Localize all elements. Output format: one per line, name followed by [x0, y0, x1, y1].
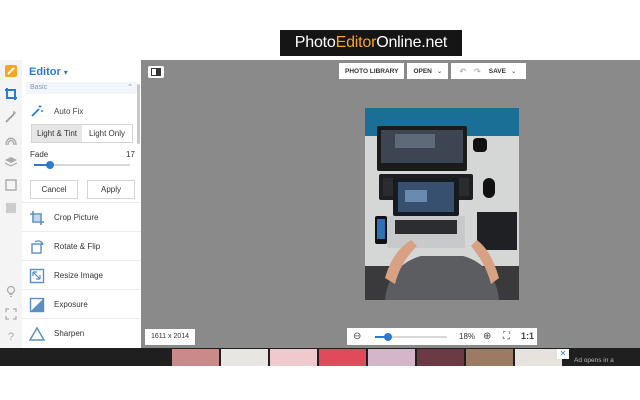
- section-header-basic[interactable]: Basic ⌃: [26, 82, 137, 94]
- logo-part-photo: Photo: [294, 34, 336, 51]
- zoom-in-icon[interactable]: ⊕: [483, 330, 491, 343]
- exposure-icon: [29, 297, 45, 312]
- top-toolbar: PHOTO LIBRARY OPEN ⌄ ↶ ↷ SAVE ⌄: [339, 63, 529, 79]
- rotate-icon: [31, 239, 44, 254]
- ad-thumbnails[interactable]: [172, 349, 564, 366]
- tool-label: Resize Image: [54, 271, 103, 280]
- canvas-area: PHOTO LIBRARY OPEN ⌄ ↶ ↷ SAVE ⌄ 1611 x 2…: [141, 60, 640, 348]
- site-logo[interactable]: PhotoEditorOnline.net: [280, 30, 462, 56]
- chevron-down-icon: ▾: [63, 68, 68, 77]
- image-dimensions: 1611 x 2014: [145, 329, 196, 345]
- tool-rotate-flip[interactable]: Rotate & Flip: [22, 231, 141, 261]
- editor-title: Editor: [29, 66, 61, 78]
- photo-library-button[interactable]: PHOTO LIBRARY: [339, 63, 405, 79]
- ad-thumbnail[interactable]: [466, 349, 513, 366]
- magic-wand-icon[interactable]: [4, 110, 18, 124]
- frame-icon[interactable]: [4, 178, 18, 192]
- chevron-up-icon: ⌃: [127, 84, 133, 91]
- help-icon[interactable]: ?: [4, 330, 18, 344]
- redo-icon[interactable]: ↷: [474, 67, 481, 76]
- compare-icon: [151, 68, 161, 76]
- logo-part-editor: Editor: [335, 34, 377, 51]
- fade-slider[interactable]: [34, 161, 130, 169]
- photo-library-label: PHOTO LIBRARY: [345, 67, 399, 75]
- ad-thumbnail[interactable]: [515, 349, 562, 366]
- tool-sharpen[interactable]: Sharpen: [22, 318, 141, 348]
- ad-notice: Ad opens in a: [574, 357, 614, 364]
- fade-value: 17: [126, 150, 135, 159]
- tool-resize-image[interactable]: Resize Image: [22, 260, 141, 290]
- zoom-out-icon[interactable]: ⊖: [353, 330, 361, 343]
- apply-button[interactable]: Apply: [87, 180, 135, 199]
- ad-thumbnail[interactable]: [368, 349, 415, 366]
- mode-toggle: Light & Tint Light Only: [31, 124, 133, 143]
- ad-close-icon[interactable]: ✕: [557, 349, 569, 359]
- fade-slider-handle[interactable]: [46, 161, 55, 169]
- ad-thumbnail[interactable]: [221, 349, 268, 366]
- mode-light-tint[interactable]: Light & Tint: [32, 125, 82, 142]
- chevron-down-icon: ⌄: [436, 68, 443, 75]
- logo-part-online: Online.net: [376, 34, 448, 51]
- cancel-button[interactable]: Cancel: [30, 180, 78, 199]
- ad-banner[interactable]: ✕ Ad opens in a: [0, 348, 640, 366]
- tool-rail: ?: [0, 60, 23, 348]
- open-button[interactable]: OPEN ⌄: [407, 63, 449, 79]
- auto-fix-button[interactable]: Auto Fix: [30, 104, 83, 118]
- open-label: OPEN: [413, 67, 432, 75]
- editor-menu[interactable]: Editor ▾: [29, 66, 68, 78]
- ad-thumbnail[interactable]: [270, 349, 317, 366]
- fit-screen-icon[interactable]: ⛶: [503, 330, 510, 343]
- mode-light-only[interactable]: Light Only: [82, 125, 132, 142]
- logo-icon[interactable]: [4, 64, 18, 78]
- chevron-down-icon: ⌄: [510, 68, 517, 75]
- layers-icon[interactable]: [4, 155, 18, 169]
- tool-label: Rotate & Flip: [54, 242, 101, 251]
- zoom-slider-handle[interactable]: [383, 333, 392, 341]
- auto-fix-label: Auto Fix: [54, 106, 84, 116]
- hair-icon[interactable]: [4, 132, 18, 146]
- sharpen-icon: [29, 326, 45, 341]
- crop-icon[interactable]: [4, 87, 18, 101]
- zoom-percent: 18%: [459, 332, 476, 341]
- tool-exposure[interactable]: Exposure: [22, 289, 141, 319]
- magic-wand-icon: [31, 105, 43, 117]
- tool-label: Sharpen: [54, 329, 85, 338]
- zoom-bar: ⊖ 18% ⊕ ⛶ 1:1: [347, 328, 537, 345]
- zoom-slider[interactable]: [375, 333, 447, 341]
- history-save-group: ↶ ↷ SAVE ⌄: [451, 63, 527, 79]
- resize-icon: [29, 268, 45, 283]
- actual-size-button[interactable]: 1:1: [521, 330, 534, 343]
- fullscreen-icon[interactable]: [4, 307, 18, 321]
- photo-preview[interactable]: [365, 108, 519, 300]
- ad-thumbnail[interactable]: [319, 349, 366, 366]
- ad-thumbnail[interactable]: [172, 349, 219, 366]
- texture-icon[interactable]: [4, 201, 18, 215]
- tool-label: Crop Picture: [54, 213, 99, 222]
- tool-crop-picture[interactable]: Crop Picture: [22, 202, 141, 232]
- save-button[interactable]: SAVE ⌄: [489, 67, 517, 75]
- section-title: Basic: [30, 84, 48, 91]
- lightbulb-icon[interactable]: [4, 284, 18, 298]
- fade-label: Fade: [30, 150, 49, 159]
- compare-button[interactable]: [148, 66, 164, 78]
- panel-scrollbar[interactable]: [137, 84, 140, 144]
- save-label: SAVE: [488, 68, 506, 75]
- crop-icon: [30, 210, 44, 225]
- ad-thumbnail[interactable]: [417, 349, 464, 366]
- undo-icon[interactable]: ↶: [459, 67, 466, 76]
- tool-label: Exposure: [54, 300, 88, 309]
- editor-panel: Editor ▾ Basic ⌃ Auto Fix Light & Tint Li…: [22, 60, 142, 348]
